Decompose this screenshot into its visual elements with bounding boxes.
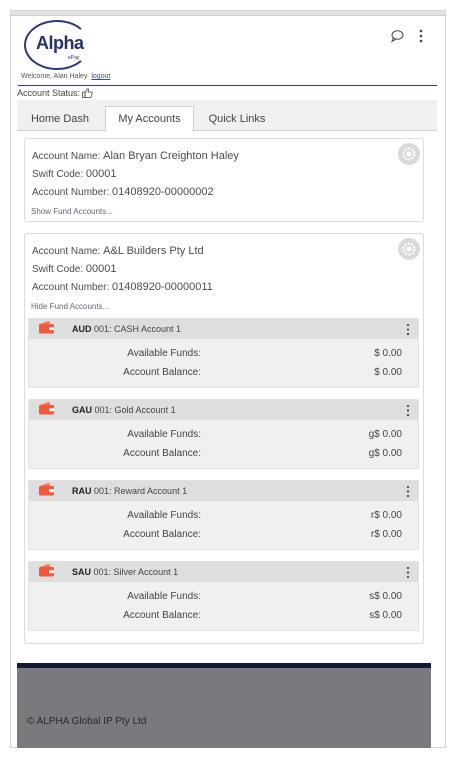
fund-account-name: 001: CASH Account 1 — [94, 324, 182, 334]
swift-code-label: Swift Code: — [32, 264, 84, 275]
tab-quick-links[interactable]: Quick Links — [194, 106, 280, 131]
account-status-label: Account Status: — [17, 88, 81, 98]
tab-home-dash[interactable]: Home Dash — [17, 106, 103, 131]
alpha-logo[interactable]: Alpha ePay — [24, 20, 90, 70]
available-funds-value: g$ 0.00 — [368, 429, 402, 440]
gear-icon — [402, 242, 416, 256]
wallet-icon — [39, 482, 54, 496]
account-balance-label: Account Balance: — [123, 610, 201, 621]
logo-subtext: ePay — [68, 55, 80, 61]
fund-account-title: GAU 001: Gold Account 1 — [72, 405, 176, 415]
chat-icon[interactable] — [390, 29, 404, 43]
account-name-line: Account Name: Alan Bryan Creighton Haley — [32, 150, 239, 162]
account-name-value: Alan Bryan Creighton Haley — [103, 150, 239, 162]
account-balance-value: s$ 0.00 — [369, 610, 402, 621]
account-balance-value: r$ 0.00 — [370, 529, 402, 540]
available-funds-value: r$ 0.00 — [370, 510, 402, 521]
available-funds-label: Available Funds: — [127, 429, 201, 440]
fund-menu-icon[interactable] — [405, 485, 411, 498]
logo-text: Alpha — [36, 33, 84, 53]
account-number-label: Account Number: — [32, 282, 110, 293]
fund-account-title: AUD 001: CASH Account 1 — [72, 324, 181, 334]
fund-account-header[interactable]: GAU 001: Gold Account 1 — [29, 400, 418, 420]
fund-account-title: SAU 001: Silver Account 1 — [72, 567, 178, 577]
available-funds-label: Available Funds: — [127, 591, 201, 602]
available-funds-label: Available Funds: — [127, 510, 201, 521]
account-card: Account Name: Alan Bryan Creighton Haley… — [24, 138, 424, 222]
account-number-value: 01408920-00000011 — [112, 281, 213, 293]
show-fund-accounts-link[interactable]: Show Fund Accounts... — [31, 207, 113, 216]
logout-link[interactable]: logout — [91, 73, 110, 80]
fund-account-header[interactable]: RAU 001: Reward Account 1 — [29, 481, 418, 501]
gear-icon — [402, 147, 416, 161]
fund-account-item: RAU 001: Reward Account 1 Available Fund… — [28, 480, 419, 550]
thumbs-up-icon — [82, 88, 93, 98]
swift-code-value: 00001 — [85, 263, 117, 275]
fund-menu-icon[interactable] — [405, 404, 411, 417]
fund-account-item: GAU 001: Gold Account 1 Available Funds:… — [28, 399, 419, 469]
fund-currency-code: SAU — [72, 567, 92, 577]
welcome-line: Welcome, Alan Haley logout — [21, 73, 110, 80]
account-name-label: Account Name: — [32, 151, 101, 162]
tab-bar: Home Dash My Accounts Quick Links — [17, 100, 437, 132]
account-name-label: Account Name: — [32, 246, 101, 257]
account-balance-label: Account Balance: — [123, 448, 201, 459]
account-number-label: Account Number: — [32, 187, 110, 198]
swift-code-line: Swift Code: 00001 — [32, 263, 117, 275]
more-menu-icon[interactable] — [417, 28, 425, 44]
fund-account-item: SAU 001: Silver Account 1 Available Fund… — [28, 561, 419, 631]
app-frame: Alpha ePay Welcome, Alan Haley logout Ac… — [10, 10, 446, 748]
account-number-line: Account Number: 01408920-00000002 — [32, 186, 214, 198]
fund-account-name: 001: Gold Account 1 — [94, 405, 176, 415]
top-bar — [11, 11, 445, 16]
account-balance-value: g$ 0.00 — [368, 448, 402, 459]
swift-code-line: Swift Code: 00001 — [32, 168, 117, 180]
available-funds-value: $ 0.00 — [374, 348, 402, 359]
account-number-value: 01408920-00000002 — [112, 186, 214, 198]
wallet-icon — [39, 563, 54, 577]
copyright-text: © ALPHA Global IP Pty Ltd — [27, 716, 147, 727]
tab-my-accounts[interactable]: My Accounts — [105, 106, 194, 132]
fund-currency-code: GAU — [72, 405, 92, 415]
available-funds-label: Available Funds: — [127, 348, 201, 359]
account-balance-value: $ 0.00 — [374, 367, 402, 378]
swift-code-label: Swift Code: — [32, 169, 84, 180]
account-number-line: Account Number: 01408920-00000011 — [32, 281, 213, 293]
fund-menu-icon[interactable] — [405, 323, 411, 336]
account-name-line: Account Name: A&L Builders Pty Ltd — [32, 245, 204, 257]
fund-account-name: 001: Reward Account 1 — [94, 486, 188, 496]
welcome-text: Welcome, Alan Haley — [21, 73, 88, 80]
fund-account-header[interactable]: SAU 001: Silver Account 1 — [29, 562, 418, 582]
fund-currency-code: AUD — [72, 324, 92, 334]
account-name-value: A&L Builders Pty Ltd — [103, 245, 204, 257]
header: Alpha ePay Welcome, Alan Haley logout — [18, 19, 437, 86]
swift-code-value: 00001 — [85, 168, 117, 180]
hide-fund-accounts-link[interactable]: Hide Fund Accounts... — [31, 302, 109, 311]
available-funds-value: s$ 0.00 — [369, 591, 402, 602]
account-balance-label: Account Balance: — [123, 367, 201, 378]
account-balance-label: Account Balance: — [123, 529, 201, 540]
wallet-icon — [39, 401, 54, 415]
fund-menu-icon[interactable] — [405, 566, 411, 579]
footer: © ALPHA Global IP Pty Ltd — [17, 663, 431, 748]
fund-account-header[interactable]: AUD 001: CASH Account 1 — [29, 319, 418, 339]
fund-account-name: 001: Silver Account 1 — [93, 567, 179, 577]
account-card: Account Name: A&L Builders Pty Ltd Swift… — [24, 233, 424, 644]
fund-account-item: AUD 001: CASH Account 1 Available Funds:… — [28, 318, 419, 388]
account-settings-button[interactable] — [398, 143, 420, 165]
fund-currency-code: RAU — [72, 486, 92, 496]
wallet-icon — [39, 320, 54, 334]
account-status: Account Status: — [17, 88, 93, 98]
account-settings-button[interactable] — [398, 238, 420, 260]
fund-account-title: RAU 001: Reward Account 1 — [72, 486, 187, 496]
